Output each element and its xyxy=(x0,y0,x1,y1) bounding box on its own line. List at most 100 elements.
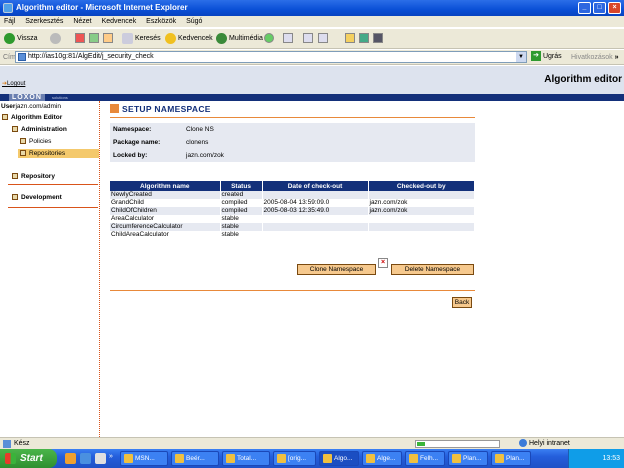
table-row[interactable]: AreaCalculator stable xyxy=(110,215,475,223)
table-row[interactable]: CircumferenceCalculator stable xyxy=(110,223,475,231)
sidebar-item-policies[interactable]: Policies xyxy=(20,137,51,146)
start-button[interactable]: Start xyxy=(0,449,57,468)
menu-view[interactable]: Nézet xyxy=(69,16,95,28)
address-input[interactable]: http://ias10g:81/AlgEdit/j_security_chec… xyxy=(15,51,527,63)
taskbar-item[interactable]: Plan... xyxy=(491,451,531,466)
taskbar-item[interactable]: Plan... xyxy=(448,451,488,466)
history-button[interactable] xyxy=(264,32,274,46)
minimize-button[interactable]: _ xyxy=(578,2,591,14)
back-button[interactable]: Vissza xyxy=(4,32,38,46)
links-more-icon: » xyxy=(614,54,619,61)
sidebar-item-label: Repository xyxy=(21,173,55,180)
sidebar-item-repositories[interactable]: Repositories xyxy=(18,149,99,158)
quicklaunch-more-icon[interactable]: » xyxy=(109,453,113,460)
folder-icon xyxy=(345,33,355,44)
go-button[interactable]: ➔ Ugrás xyxy=(531,51,562,63)
back-page-button[interactable]: Back xyxy=(452,297,472,308)
favorites-button[interactable]: Kedvencek xyxy=(165,32,213,46)
stop-button[interactable] xyxy=(75,32,85,46)
table-cell: ChildOfChildren xyxy=(110,207,221,215)
column-header: Date of check-out xyxy=(262,181,369,191)
desktop-quicklaunch-icon[interactable] xyxy=(95,453,106,464)
table-cell: created xyxy=(220,191,263,199)
algorithm-table: Algorithm name Status Date of check-out … xyxy=(110,181,475,239)
menu-edit[interactable]: Szerkesztés xyxy=(21,16,67,28)
taskbar-item[interactable]: MSN... xyxy=(120,451,168,466)
table-cell: compiled xyxy=(220,199,263,207)
refresh-button[interactable] xyxy=(89,32,99,46)
search-button[interactable]: Keresés xyxy=(122,32,161,46)
maximize-button[interactable]: □ xyxy=(593,2,606,14)
clock[interactable]: 13:53 xyxy=(602,455,620,462)
taskbar-item[interactable]: Beér... xyxy=(171,451,219,466)
app-icon xyxy=(452,454,461,463)
stop-icon xyxy=(75,33,85,44)
task-label: Beér... xyxy=(186,455,205,462)
forward-button[interactable] xyxy=(50,32,63,46)
links-label: Hivatkozások xyxy=(571,54,613,61)
sidebar-divider xyxy=(8,207,98,208)
app-icon xyxy=(323,454,332,463)
address-bar: Cím http://ias10g:81/AlgEdit/j_security_… xyxy=(0,50,624,65)
table-row[interactable]: GrandChild compiled 2005-08-04 13:59:09.0 j… xyxy=(110,199,475,207)
info-row: Package name: clonens xyxy=(110,136,475,149)
search-label: Keresés xyxy=(135,35,161,42)
page-header: ➔Logout Algorithm editor xyxy=(0,66,624,94)
taskbar-item[interactable]: Algo... xyxy=(319,451,359,466)
links-button[interactable]: Hivatkozások » xyxy=(571,50,619,65)
sidebar: Userjazn.com/admin Algorithm Editor Admi… xyxy=(0,101,100,437)
mail-button[interactable] xyxy=(283,32,293,46)
current-user: Userjazn.com/admin xyxy=(1,103,61,110)
info-key: Namespace: xyxy=(113,126,152,133)
task-label: Felh... xyxy=(420,455,439,462)
loxon-logo: LOXON xyxy=(9,94,45,101)
sidebar-item-algorithm-editor[interactable]: Algorithm Editor xyxy=(2,113,62,122)
logo-subtitle: solutions xyxy=(52,95,68,100)
close-button[interactable]: × xyxy=(608,2,621,14)
logout-link[interactable]: ➔Logout xyxy=(2,80,25,87)
folder-button[interactable] xyxy=(345,32,355,46)
menu-file[interactable]: Fájl xyxy=(0,16,19,28)
sidebar-item-administration[interactable]: Administration xyxy=(12,125,67,134)
favorites-label: Kedvencek xyxy=(178,35,213,42)
table-row[interactable]: ChildAreaCalculator stable xyxy=(110,231,475,239)
sidebar-item-repository[interactable]: Repository xyxy=(12,172,55,181)
edit-button[interactable] xyxy=(318,32,328,46)
address-dropdown-icon[interactable]: ▼ xyxy=(516,52,526,62)
table-row[interactable]: NewlyCreated created xyxy=(110,191,475,199)
system-tray: 13:53 xyxy=(568,449,624,468)
logout-label: Logout xyxy=(7,81,26,87)
table-cell: NewlyCreated xyxy=(110,191,221,199)
taskbar-item[interactable]: Alge... xyxy=(362,451,402,466)
task-label: [orig... xyxy=(288,455,307,462)
taskbar-item[interactable]: Total... xyxy=(222,451,270,466)
sidebar-divider xyxy=(8,184,98,185)
sidebar-item-label: Repositories xyxy=(29,150,66,157)
home-button[interactable] xyxy=(103,32,113,46)
task-label: Plan... xyxy=(506,455,525,462)
taskbar-item[interactable]: Felh... xyxy=(405,451,445,466)
folder-icon xyxy=(2,114,8,121)
table-cell xyxy=(368,223,475,231)
table-row[interactable]: ChildOfChildren compiled 2005-08-03 12:35:… xyxy=(110,207,475,215)
table-cell xyxy=(368,191,475,199)
quicklaunch-icon[interactable] xyxy=(65,453,76,464)
ie-quicklaunch-icon[interactable] xyxy=(80,453,91,464)
messenger-button[interactable] xyxy=(359,32,369,46)
column-header: Algorithm name xyxy=(110,181,221,191)
print-button[interactable] xyxy=(303,32,313,46)
table-cell: ChildAreaCalculator xyxy=(110,231,221,239)
info-value: Clone NS xyxy=(186,126,214,133)
menu-help[interactable]: Súgó xyxy=(182,16,206,28)
header-band xyxy=(0,94,624,101)
security-zone: Helyi intranet xyxy=(519,438,570,449)
toolbar: Vissza Keresés Kedvencek Multimédia xyxy=(0,29,624,49)
taskbar-item[interactable]: [orig... xyxy=(273,451,316,466)
menu-tools[interactable]: Eszközök xyxy=(142,16,180,28)
research-button[interactable] xyxy=(373,32,383,46)
delete-namespace-button[interactable]: Delete Namespace xyxy=(391,264,474,275)
menu-favorites[interactable]: Kedvencek xyxy=(98,16,141,28)
media-button[interactable]: Multimédia xyxy=(216,32,263,46)
sidebar-item-development[interactable]: Development xyxy=(12,193,62,202)
clone-namespace-button[interactable]: Clone Namespace xyxy=(297,264,376,275)
